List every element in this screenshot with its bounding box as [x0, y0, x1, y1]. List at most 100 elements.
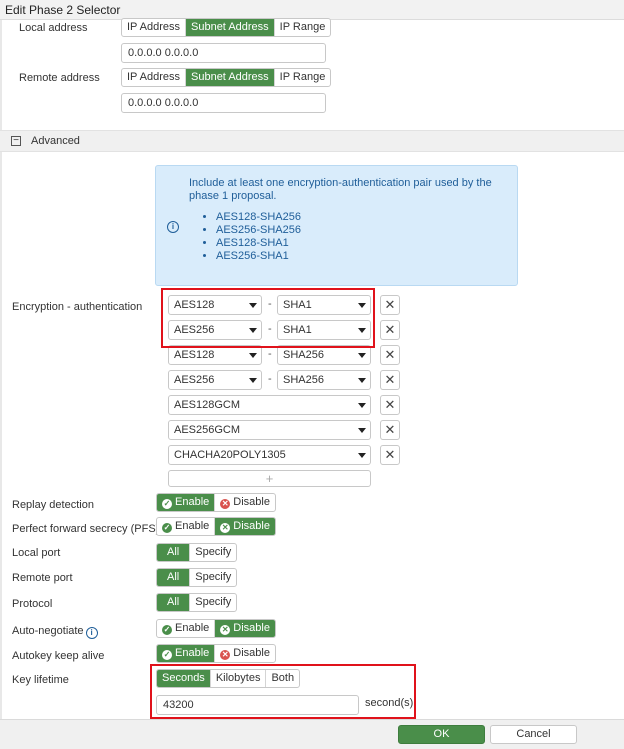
- protocol-all-option[interactable]: All: [157, 594, 191, 611]
- chevron-down-icon: [358, 403, 366, 408]
- local-port-toggle: All Specify: [156, 543, 238, 562]
- auto-negotiate-toggle: ✓ Enable ✕ Disable: [156, 619, 276, 638]
- pfs-enable-option[interactable]: ✓ Enable: [157, 518, 216, 535]
- cancel-button[interactable]: Cancel: [490, 725, 577, 744]
- ok-button[interactable]: OK: [398, 725, 485, 744]
- info-message: Include at least one encryption-authenti…: [189, 177, 492, 202]
- pair-separator: -: [268, 348, 272, 360]
- option-label: Disable: [233, 647, 270, 659]
- chevron-down-icon: [249, 353, 257, 358]
- local-port-all-option[interactable]: All: [157, 544, 191, 561]
- remove-pair-button[interactable]: ✕: [380, 395, 400, 415]
- auto-negotiate-label: Auto-negotiate i: [12, 625, 98, 639]
- chevron-down-icon: [249, 378, 257, 383]
- autokey-enable-option[interactable]: ✓ Enable: [157, 645, 216, 662]
- info-pair-item: AES256-SHA1: [216, 250, 301, 263]
- add-pair-button[interactable]: +: [168, 470, 371, 487]
- option-label: Enable: [175, 496, 210, 508]
- encryption-value: AES128GCM: [174, 399, 241, 411]
- option-label: Disable: [233, 520, 270, 532]
- auto-negotiate-text: Auto-negotiate: [12, 625, 84, 637]
- replay-disable-option[interactable]: ✕ Disable: [215, 494, 275, 511]
- option-label: Enable: [175, 647, 210, 659]
- option-label: Disable: [233, 496, 270, 508]
- encryption-select[interactable]: AES256: [168, 370, 262, 390]
- option-label: Disable: [233, 622, 270, 634]
- advanced-section-header[interactable]: − Advanced: [0, 130, 624, 152]
- check-icon: ✓: [162, 499, 172, 509]
- remote-address-label: Remote address: [19, 72, 100, 84]
- highlight-box-key-lifetime: [150, 664, 416, 719]
- local-port-specify-option[interactable]: Specify: [190, 544, 236, 561]
- local-type-ip-address[interactable]: IP Address: [122, 19, 186, 36]
- close-icon: ✕: [220, 523, 231, 533]
- local-type-ip-range[interactable]: IP Range: [275, 19, 331, 36]
- chevron-down-icon: [358, 378, 366, 383]
- info-icon: i: [167, 221, 179, 233]
- chevron-down-icon: [358, 353, 366, 358]
- encryption-value: CHACHA20POLY1305: [174, 449, 286, 461]
- check-icon: ✓: [162, 650, 172, 660]
- info-icon[interactable]: i: [85, 627, 98, 639]
- authentication-select[interactable]: SHA256: [277, 370, 371, 390]
- pair-separator: -: [268, 373, 272, 385]
- remove-pair-button[interactable]: ✕: [380, 445, 400, 465]
- auto-negotiate-enable-option[interactable]: ✓ Enable: [157, 620, 216, 637]
- protocol-specify-option[interactable]: Specify: [190, 594, 236, 611]
- local-port-label: Local port: [12, 547, 61, 559]
- option-label: Enable: [175, 520, 210, 532]
- pfs-label: Perfect forward secrecy (PFS): [12, 523, 160, 535]
- replay-enable-option[interactable]: ✓ Enable: [157, 494, 216, 511]
- remote-type-ip-range[interactable]: IP Range: [275, 69, 331, 86]
- encryption-select[interactable]: AES128: [168, 345, 262, 365]
- authentication-select[interactable]: SHA256: [277, 345, 371, 365]
- remote-port-label: Remote port: [12, 572, 73, 584]
- autokey-keep-alive-toggle: ✓ Enable ✕ Disable: [156, 644, 276, 663]
- info-pair-item: AES256-SHA256: [216, 224, 301, 237]
- protocol-toggle: All Specify: [156, 593, 238, 612]
- key-lifetime-label: Key lifetime: [12, 674, 69, 686]
- encryption-select[interactable]: AES128GCM: [168, 395, 371, 415]
- check-icon: ✓: [162, 523, 172, 533]
- pfs-disable-option[interactable]: ✕ Disable: [215, 518, 275, 535]
- remove-pair-button[interactable]: ✕: [380, 370, 400, 390]
- remove-pair-button[interactable]: ✕: [380, 320, 400, 340]
- remove-pair-button[interactable]: ✕: [380, 420, 400, 440]
- local-type-subnet-address[interactable]: Subnet Address: [186, 19, 275, 36]
- replay-detection-toggle: ✓ Enable ✕ Disable: [156, 493, 276, 512]
- close-icon: ✕: [220, 650, 231, 660]
- advanced-label: Advanced: [31, 135, 80, 147]
- local-address-input[interactable]: 0.0.0.0 0.0.0.0: [121, 43, 326, 63]
- remove-pair-button[interactable]: ✕: [380, 295, 400, 315]
- autokey-disable-option[interactable]: ✕ Disable: [215, 645, 275, 662]
- close-icon: ✕: [220, 499, 231, 509]
- info-pair-list: AES128-SHA256 AES256-SHA256 AES128-SHA1 …: [189, 211, 301, 263]
- encryption-select[interactable]: AES256GCM: [168, 420, 371, 440]
- remote-port-all-option[interactable]: All: [157, 569, 191, 586]
- authentication-value: SHA256: [283, 374, 324, 386]
- encryption-auth-label: Encryption - authentication: [12, 301, 143, 313]
- encryption-select[interactable]: CHACHA20POLY1305: [168, 445, 371, 465]
- left-edge-divider: [0, 20, 2, 720]
- info-pair-item: AES128-SHA256: [216, 211, 301, 224]
- remote-port-specify-option[interactable]: Specify: [190, 569, 236, 586]
- window-title: Edit Phase 2 Selector: [0, 0, 624, 20]
- remote-type-subnet-address[interactable]: Subnet Address: [186, 69, 275, 86]
- remove-pair-button[interactable]: ✕: [380, 345, 400, 365]
- protocol-label: Protocol: [12, 598, 53, 610]
- local-address-type-toggle: IP Address Subnet Address IP Range: [121, 18, 332, 37]
- autokey-keep-alive-label: Autokey keep alive: [12, 650, 105, 662]
- close-icon: ✕: [220, 625, 231, 635]
- chevron-down-icon: [358, 453, 366, 458]
- encryption-value: AES256: [174, 374, 215, 386]
- auto-negotiate-disable-option[interactable]: ✕ Disable: [215, 620, 275, 637]
- remote-address-input[interactable]: 0.0.0.0 0.0.0.0: [121, 93, 326, 113]
- pfs-toggle: ✓ Enable ✕ Disable: [156, 517, 276, 536]
- authentication-value: SHA256: [283, 349, 324, 361]
- local-address-label: Local address: [19, 22, 88, 34]
- collapse-icon[interactable]: −: [11, 136, 21, 146]
- remote-port-toggle: All Specify: [156, 568, 238, 587]
- remote-type-ip-address[interactable]: IP Address: [122, 69, 186, 86]
- check-icon: ✓: [162, 625, 172, 635]
- option-label: Enable: [175, 622, 210, 634]
